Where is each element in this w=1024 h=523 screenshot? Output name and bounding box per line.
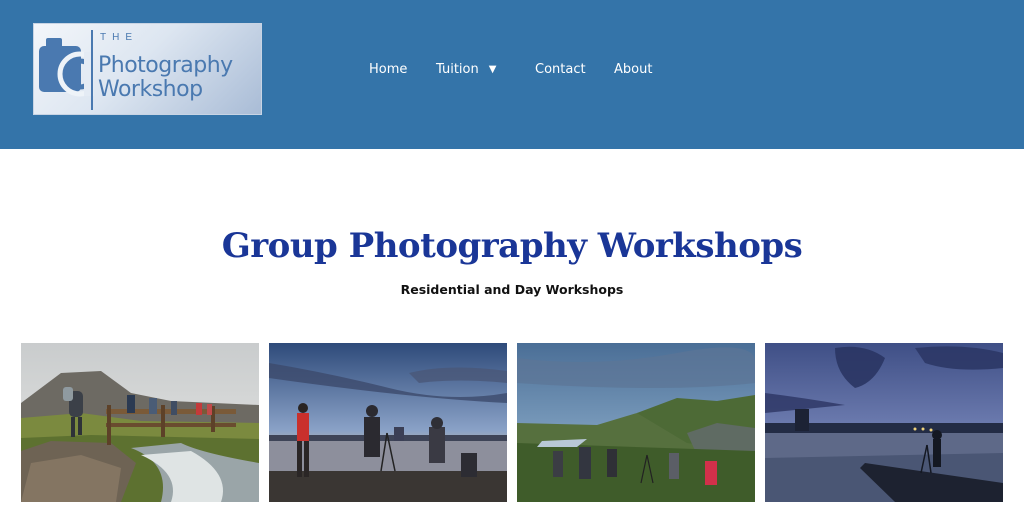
logo-divider — [91, 30, 93, 110]
nav-tuition[interactable]: Tuition ▼ — [436, 62, 496, 77]
nav-tuition-label: Tuition — [436, 61, 479, 77]
page-title: Group Photography Workshops — [221, 226, 803, 266]
logo-workshop-text: Workshop — [98, 77, 203, 102]
camera-icon — [39, 38, 94, 97]
logo-photography-text: Photography — [98, 53, 233, 78]
photo-photographers-dusk[interactable] — [269, 343, 507, 502]
photo-group-hillside[interactable] — [517, 343, 755, 502]
caret-down-icon: ▼ — [488, 63, 497, 75]
page-subtitle: Residential and Day Workshops — [400, 282, 624, 297]
nav-contact[interactable]: Contact — [535, 62, 586, 77]
site-logo[interactable]: THE Photography Workshop — [33, 23, 262, 115]
nav-about[interactable]: About — [614, 62, 652, 77]
logo-the-text: THE — [100, 32, 138, 43]
nav-home[interactable]: Home — [369, 62, 407, 77]
photo-jetty-silhouette[interactable] — [765, 343, 1003, 502]
photo-hikers-bridge[interactable] — [21, 343, 259, 502]
site-header: THE Photography Workshop Home Tuition ▼ … — [0, 0, 1024, 149]
